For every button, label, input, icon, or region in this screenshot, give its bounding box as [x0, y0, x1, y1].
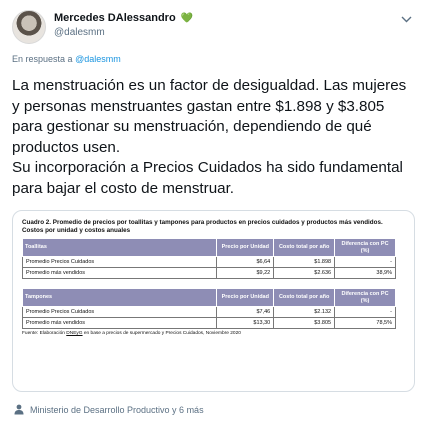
table-header-row: Tampones Precio por Unidad Costo total p… — [21, 288, 396, 307]
table-cell: - — [334, 256, 396, 268]
author-name-line[interactable]: Mercedes DAlessandro 💚 — [54, 12, 193, 24]
table-header-cell: Precio por Unidad — [216, 238, 275, 257]
toallitas-table: Toallitas Precio por Unidad Costo total … — [21, 238, 396, 279]
table-cell: $1.898 — [273, 256, 336, 268]
table-cell: Promedio Precios Cuidados — [21, 306, 218, 318]
table-source: Fuente: Elaboración DNEyG en base a prec… — [22, 331, 404, 336]
table-header-row: Toallitas Precio por Unidad Costo total … — [21, 238, 396, 257]
chevron-down-icon[interactable] — [399, 12, 413, 26]
tampones-table: Tampones Precio por Unidad Costo total p… — [21, 288, 396, 329]
table-cell: $9,22 — [216, 267, 275, 279]
reply-context: En respuesta a @dalesmm — [12, 54, 121, 64]
source-prefix: Fuente: Elaboración — [22, 331, 67, 336]
table-cell: 38,9% — [334, 267, 396, 279]
table-row: Promedio más vendidos $9,22 $2.636 38,9% — [21, 267, 396, 279]
table-header-cell: Costo total por año — [273, 288, 336, 307]
table-cell: Promedio más vendidos — [21, 267, 218, 279]
person-icon — [14, 404, 24, 415]
source-suffix: en base a precios de supermercado y Prec… — [82, 331, 241, 336]
display-name[interactable]: Mercedes DAlessandro — [54, 12, 176, 24]
green-heart-icon: 💚 — [180, 13, 194, 24]
reply-mention-link[interactable]: @dalesmm — [75, 54, 121, 64]
table-cell: Promedio Precios Cuidados — [21, 256, 218, 268]
table-cell: $7,46 — [216, 306, 275, 318]
table-header-cell: Precio por Unidad — [216, 288, 275, 307]
table-row: Promedio Precios Cuidados $7,46 $2.132 - — [21, 306, 396, 318]
table-header-cell: Costo total por año — [273, 238, 336, 257]
table-cell: $6,64 — [216, 256, 275, 268]
table-header-cell: Toallitas — [21, 238, 218, 257]
reply-prefix: En respuesta a — [12, 54, 73, 64]
table-cell: 78,5% — [334, 317, 396, 329]
tweet-paragraph-1: La menstruación es un factor de desigual… — [12, 77, 407, 156]
table-cell: $2.636 — [273, 267, 336, 279]
avatar[interactable] — [12, 10, 46, 44]
tweet-paragraph-2: Su incorporación a Precios Cuidados ha s… — [12, 159, 403, 197]
table-cell: $2.132 — [273, 306, 336, 318]
table-title: Cuadro 2. Promedio de precios por toalli… — [22, 219, 383, 234]
tagged-accounts-text[interactable]: Ministerio de Desarrollo Productivo y 6 … — [30, 405, 204, 415]
tagged-accounts[interactable]: Ministerio de Desarrollo Productivo y 6 … — [14, 404, 204, 415]
source-org: DNEyG — [66, 331, 83, 336]
table-row: Promedio Precios Cuidados $6,64 $1.898 - — [21, 256, 396, 268]
tweet-header: Mercedes DAlessandro 💚 @dalesmm — [12, 10, 413, 46]
author-handle[interactable]: @dalesmm — [54, 27, 105, 38]
table-cell: - — [334, 306, 396, 318]
table-row: Promedio más vendidos $13,30 $3.805 78,5… — [21, 317, 396, 329]
table-cell: $13,30 — [216, 317, 275, 329]
table-header-cell: Tampones — [21, 288, 218, 307]
table-cell: Promedio más vendidos — [21, 317, 218, 329]
tweet-image[interactable]: Cuadro 2. Promedio de precios por toalli… — [12, 210, 415, 392]
table-image: Cuadro 2. Promedio de precios por toalli… — [21, 219, 404, 336]
table-header-cell: Diferencia con PC (%) — [334, 238, 396, 257]
table-header-cell: Diferencia con PC (%) — [334, 288, 396, 307]
table-cell: $3.805 — [273, 317, 336, 329]
tweet-text: La menstruación es un factor de desigual… — [12, 76, 416, 199]
